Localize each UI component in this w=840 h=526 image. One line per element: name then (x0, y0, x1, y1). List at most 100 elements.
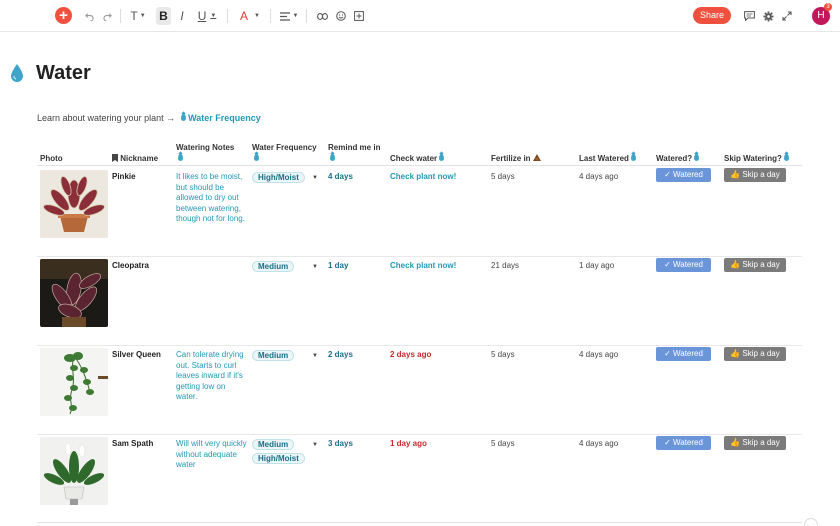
watered-button[interactable]: ✓ Watered (656, 168, 711, 182)
chevron-down-icon[interactable]: ▼ (312, 175, 318, 181)
col-header-check[interactable]: Check water (390, 153, 445, 164)
water-drop-icon (180, 114, 186, 121)
water-frequency-link[interactable]: Water Frequency (188, 113, 261, 123)
chevron-down-icon: ▼ (210, 13, 217, 19)
watered-button[interactable]: ✓ Watered (656, 347, 711, 361)
underline-dropdown[interactable]: U ▼ (196, 7, 218, 25)
skip-a-day-button[interactable]: 👍 Skip a day (724, 168, 786, 182)
comments-icon[interactable] (743, 7, 755, 25)
plant-nickname[interactable]: Cleopatra (112, 261, 149, 270)
col-header-fertilize[interactable]: Fertilize in (491, 153, 541, 164)
bold-label: B (159, 9, 168, 23)
remind-value: 4 days (328, 172, 353, 181)
frequency-tag[interactable]: Medium (252, 350, 295, 361)
col-header-watered[interactable]: Watered? (656, 153, 700, 164)
frequency-tag[interactable]: Medium (252, 261, 295, 272)
font-color-dropdown[interactable]: A ▼ (238, 7, 262, 25)
notes-header-label: Watering Notes (176, 143, 235, 152)
frequency-tag[interactable]: Medium (252, 439, 295, 450)
plant-photo[interactable] (40, 348, 108, 416)
row-divider (37, 345, 802, 346)
editor-toolbar: + T ▼ B I U ▼ A ▼ ▼ Share H 3 (0, 0, 840, 32)
check-water-status: Check plant now! (390, 172, 457, 181)
watering-notes[interactable]: Can tolerate drying out. Starts to curl … (176, 350, 248, 403)
gear-icon[interactable] (762, 7, 774, 25)
emoji-icon[interactable] (335, 7, 347, 25)
chevron-down-icon: ▼ (292, 13, 299, 19)
check-water-status: Check plant now! (390, 261, 457, 270)
plant-nickname[interactable]: Pinkie (112, 172, 136, 181)
font-color-label: A (240, 9, 249, 23)
col-header-remind[interactable]: Remind me in (328, 142, 380, 164)
fertilize-value: 5 days (491, 350, 515, 359)
water-drop-icon (178, 154, 183, 161)
col-header-frequency[interactable]: Water Frequency (252, 142, 317, 164)
col-header-last[interactable]: Last Watered (579, 153, 637, 164)
last-watered-value: 4 days ago (579, 350, 619, 359)
bookmark-icon (112, 154, 118, 162)
link-icon[interactable] (316, 7, 328, 25)
fertilize-header-label: Fertilize in (491, 154, 531, 163)
chevron-down-icon[interactable]: ▼ (312, 264, 318, 270)
watering-notes[interactable]: Will wilt very quickly without adequate … (176, 439, 248, 471)
frequency-tag[interactable]: High/Moist (252, 453, 305, 464)
insert-comment-icon[interactable] (353, 7, 365, 25)
undo-icon[interactable] (84, 7, 94, 25)
water-drop-icon (254, 154, 259, 161)
watered-button[interactable]: ✓ Watered (656, 258, 711, 272)
share-button[interactable]: Share (693, 7, 731, 24)
toolbar-divider (227, 9, 228, 23)
last-watered-value: 4 days ago (579, 172, 619, 181)
italic-button[interactable]: I (177, 7, 187, 25)
plant-photo[interactable] (40, 259, 108, 327)
redo-icon[interactable] (102, 7, 112, 25)
water-drop-icon (330, 154, 335, 161)
italic-label: I (180, 9, 184, 23)
row-divider (37, 256, 802, 257)
watered-header-label: Watered? (656, 154, 693, 163)
col-header-skip[interactable]: Skip Watering? (724, 153, 790, 164)
plant-photo[interactable] (40, 437, 108, 505)
page-title: Water (36, 62, 91, 84)
check-header-label: Check water (390, 154, 438, 163)
text-style-label: T (130, 9, 138, 23)
col-header-nickname[interactable]: Nickname (112, 153, 158, 164)
compost-icon (532, 154, 541, 161)
plant-nickname[interactable]: Silver Queen (112, 350, 161, 359)
remind-value: 3 days (328, 439, 353, 448)
water-drop-icon (439, 154, 445, 161)
plant-photo[interactable] (40, 170, 108, 238)
nickname-header-label: Nickname (120, 154, 159, 163)
help-button[interactable] (804, 518, 818, 526)
watering-notes[interactable]: It likes to be moist, but should be allo… (176, 172, 248, 225)
water-drop-icon (694, 154, 700, 161)
skip-a-day-button[interactable]: 👍 Skip a day (724, 258, 786, 272)
expand-icon[interactable] (781, 7, 793, 25)
add-plus-button[interactable]: + (55, 7, 72, 24)
intro-line: Learn about watering your plant → Water … (37, 113, 261, 123)
notification-badge: 3 (824, 3, 832, 11)
header-divider (37, 165, 802, 166)
plant-nickname[interactable]: Sam Spath (112, 439, 153, 448)
remind-header-label: Remind me in (328, 143, 381, 152)
skip-a-day-button[interactable]: 👍 Skip a day (724, 436, 786, 450)
last-watered-value: 1 day ago (579, 261, 615, 270)
bold-button[interactable]: B (156, 7, 171, 25)
col-header-notes[interactable]: Watering Notes (176, 142, 234, 164)
toolbar-divider (120, 9, 121, 23)
fertilize-value: 21 days (491, 261, 520, 270)
table-bottom-divider (37, 522, 802, 523)
intro-text: Learn about watering your plant → (37, 113, 176, 123)
chevron-down-icon[interactable]: ▼ (312, 442, 318, 448)
frequency-tag[interactable]: High/Moist (252, 172, 305, 183)
watered-button[interactable]: ✓ Watered (656, 436, 711, 450)
chevron-down-icon[interactable]: ▼ (312, 353, 318, 359)
fertilize-value: 5 days (491, 172, 515, 181)
text-style-dropdown[interactable]: T ▼ (130, 7, 146, 25)
align-dropdown[interactable]: ▼ (279, 7, 299, 25)
skip-a-day-button[interactable]: 👍 Skip a day (724, 347, 786, 361)
fertilize-value: 5 days (491, 439, 515, 448)
last-watered-value: 4 days ago (579, 439, 619, 448)
col-header-photo: Photo (40, 154, 63, 163)
frequency-header-label: Water Frequency (252, 143, 317, 152)
